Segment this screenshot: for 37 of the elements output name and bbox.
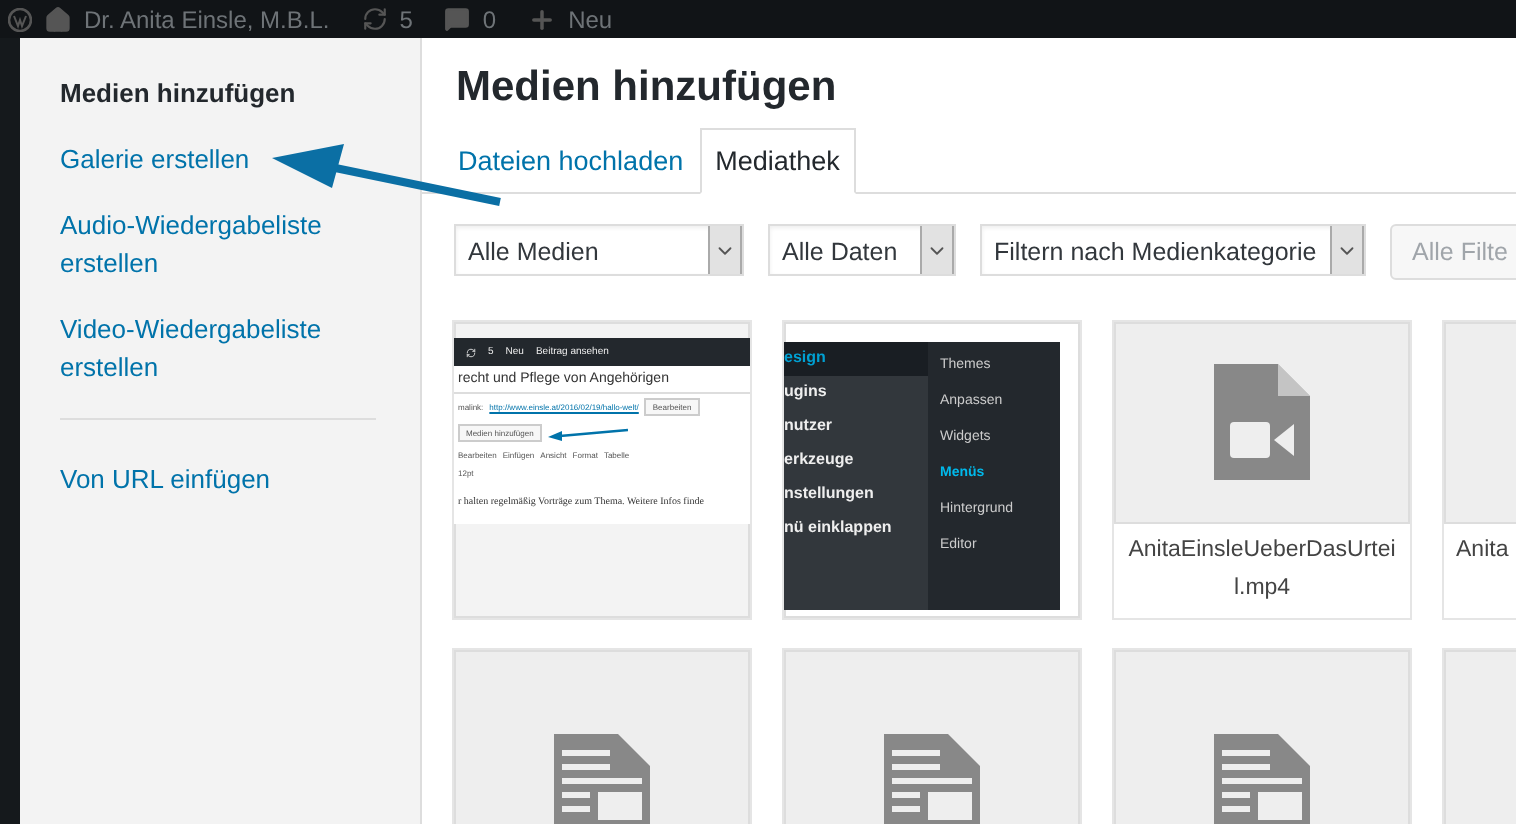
sidebar-link[interactable]: Video-Wiedergabeliste erstellen	[60, 310, 420, 386]
sidebar-link[interactable]: Audio-Wiedergabeliste erstellen	[60, 206, 420, 282]
media-thumbnail[interactable]	[454, 322, 750, 618]
filter-select[interactable]: Alle Daten	[768, 224, 956, 276]
comment-count[interactable]: 0	[482, 5, 497, 33]
sidebar-link[interactable]: Von URL einfügen	[60, 460, 420, 498]
document-icon	[1214, 734, 1310, 824]
plus-icon[interactable]	[528, 5, 557, 33]
video-file-icon	[1214, 364, 1310, 480]
media-thumbnail[interactable]: Anita	[1444, 322, 1516, 618]
site-name-link[interactable]: Dr. Anita Einsle, M.B.L.	[84, 5, 330, 33]
file-name: Anita	[1444, 522, 1516, 618]
sidebar-link[interactable]: Medien hinzufügen	[60, 74, 420, 112]
update-count[interactable]: 5	[399, 5, 413, 33]
tab[interactable]: Mediathek	[699, 128, 856, 194]
refresh-icon	[466, 347, 476, 357]
tab[interactable]: Dateien hochladen	[442, 128, 700, 194]
document-icon	[884, 734, 980, 824]
comment-icon[interactable]	[444, 6, 471, 32]
admin-menu-item[interactable]: ugins	[784, 376, 928, 410]
new-link[interactable]: Neu	[568, 5, 613, 33]
admin-menu-item[interactable]: nstellungen	[784, 478, 928, 512]
wordpress-logo-icon[interactable]	[8, 7, 32, 31]
sidebar-link[interactable]: Galerie erstellen	[60, 140, 420, 178]
media-thumbnail[interactable]: AnitaEinsleUeberDasUrteil.mp4	[1114, 322, 1410, 618]
arrow-icon	[547, 425, 628, 441]
home-icon[interactable]	[44, 5, 72, 33]
file-name: AnitaEinsleUeberDasUrteil.mp4	[1114, 522, 1410, 618]
filter-select[interactable]: Filtern nach Medienkategorie	[980, 224, 1366, 276]
admin-menu-item[interactable]: erkzeuge	[784, 444, 928, 478]
filter-select[interactable]: Alle Medien	[454, 224, 744, 276]
document-icon	[554, 734, 650, 824]
refresh-icon[interactable]	[361, 6, 388, 32]
admin-menu-item[interactable]: esign	[784, 342, 928, 376]
dialog-title: Medien hinzufügen	[456, 64, 839, 112]
admin-menu-item[interactable]: nü einklappen	[784, 512, 928, 546]
admin-menu-item[interactable]: nutzer	[784, 410, 928, 444]
